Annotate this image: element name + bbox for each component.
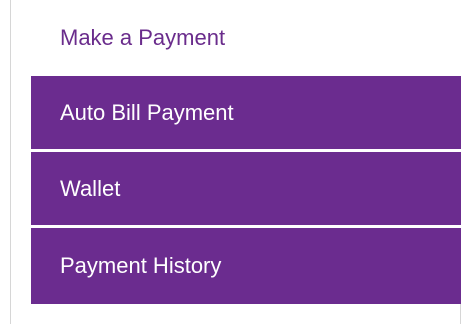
- payment-menu-panel: Make a Payment Auto Bill Payment Wallet …: [10, 0, 461, 324]
- menu-item-label: Wallet: [60, 175, 121, 201]
- menu-item-wallet[interactable]: Wallet: [31, 152, 461, 228]
- menu-item-label: Make a Payment: [60, 25, 226, 50]
- menu-item-auto-bill-payment[interactable]: Auto Bill Payment: [31, 76, 461, 152]
- menu-item-label: Auto Bill Payment: [60, 99, 234, 125]
- payment-menu: Make a Payment Auto Bill Payment Wallet …: [31, 0, 461, 304]
- menu-item-label: Payment History: [60, 253, 222, 278]
- menu-item-payment-history[interactable]: Payment History: [31, 228, 461, 304]
- menu-item-make-a-payment[interactable]: Make a Payment: [31, 0, 461, 76]
